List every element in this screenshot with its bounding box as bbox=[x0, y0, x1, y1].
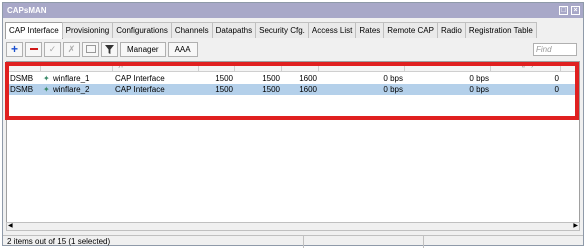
tab-remote-cap[interactable]: Remote CAP bbox=[383, 22, 438, 38]
scroll-left-icon[interactable]: ◀ bbox=[8, 223, 13, 230]
tab-bar: CAP Interface Provisioning Configuration… bbox=[5, 22, 537, 39]
tab-security-cfg[interactable]: Security Cfg. bbox=[255, 22, 309, 38]
tab-configurations[interactable]: Configurations bbox=[112, 22, 172, 38]
horizontal-scrollbar[interactable]: ◀ ▶ bbox=[6, 222, 580, 231]
filter-button[interactable] bbox=[101, 41, 118, 57]
tab-access-list[interactable]: Access List bbox=[307, 22, 357, 38]
restore-icon[interactable]: □ bbox=[559, 6, 568, 15]
check-icon: ✓ bbox=[48, 43, 57, 54]
tab-registration-table[interactable]: Registration Table bbox=[464, 22, 537, 38]
enable-button[interactable]: ✓ bbox=[44, 41, 61, 57]
comment-button[interactable] bbox=[82, 41, 99, 57]
tab-radio[interactable]: Radio bbox=[436, 22, 466, 38]
filter-icon bbox=[105, 44, 114, 54]
scroll-right-icon[interactable]: ▶ bbox=[573, 223, 578, 230]
find-input[interactable]: Find bbox=[533, 43, 577, 56]
capsman-window: CAPsMAN □ × CAP Interface Provisioning C… bbox=[2, 2, 584, 248]
window-title: CAPsMAN bbox=[7, 6, 47, 15]
tab-rates[interactable]: Rates bbox=[355, 22, 385, 38]
tab-cap-interface[interactable]: CAP Interface bbox=[5, 22, 63, 39]
tab-datapaths[interactable]: Datapaths bbox=[211, 22, 257, 38]
tab-provisioning[interactable]: Provisioning bbox=[61, 22, 114, 38]
plus-icon: + bbox=[10, 42, 18, 56]
close-icon[interactable]: × bbox=[571, 6, 580, 15]
comment-icon bbox=[85, 45, 96, 53]
highlight-box bbox=[5, 62, 579, 120]
tab-channels[interactable]: Channels bbox=[170, 22, 213, 38]
window-titlebar[interactable]: CAPsMAN □ × bbox=[3, 3, 583, 18]
add-button[interactable]: + bbox=[6, 41, 23, 57]
aaa-button[interactable]: AAA bbox=[167, 41, 198, 57]
manager-button[interactable]: Manager bbox=[120, 41, 166, 57]
disable-button[interactable]: ✗ bbox=[63, 41, 80, 57]
minus-icon bbox=[29, 48, 38, 50]
status-text: 2 items out of 15 (1 selected) bbox=[7, 237, 111, 246]
status-divider bbox=[303, 236, 304, 248]
status-divider bbox=[423, 236, 424, 248]
status-bar: 2 items out of 15 (1 selected) bbox=[3, 235, 583, 248]
cross-icon: ✗ bbox=[67, 43, 76, 54]
toolbar: + ✓ ✗ Manager AAA bbox=[6, 41, 200, 57]
remove-button[interactable] bbox=[25, 41, 42, 57]
